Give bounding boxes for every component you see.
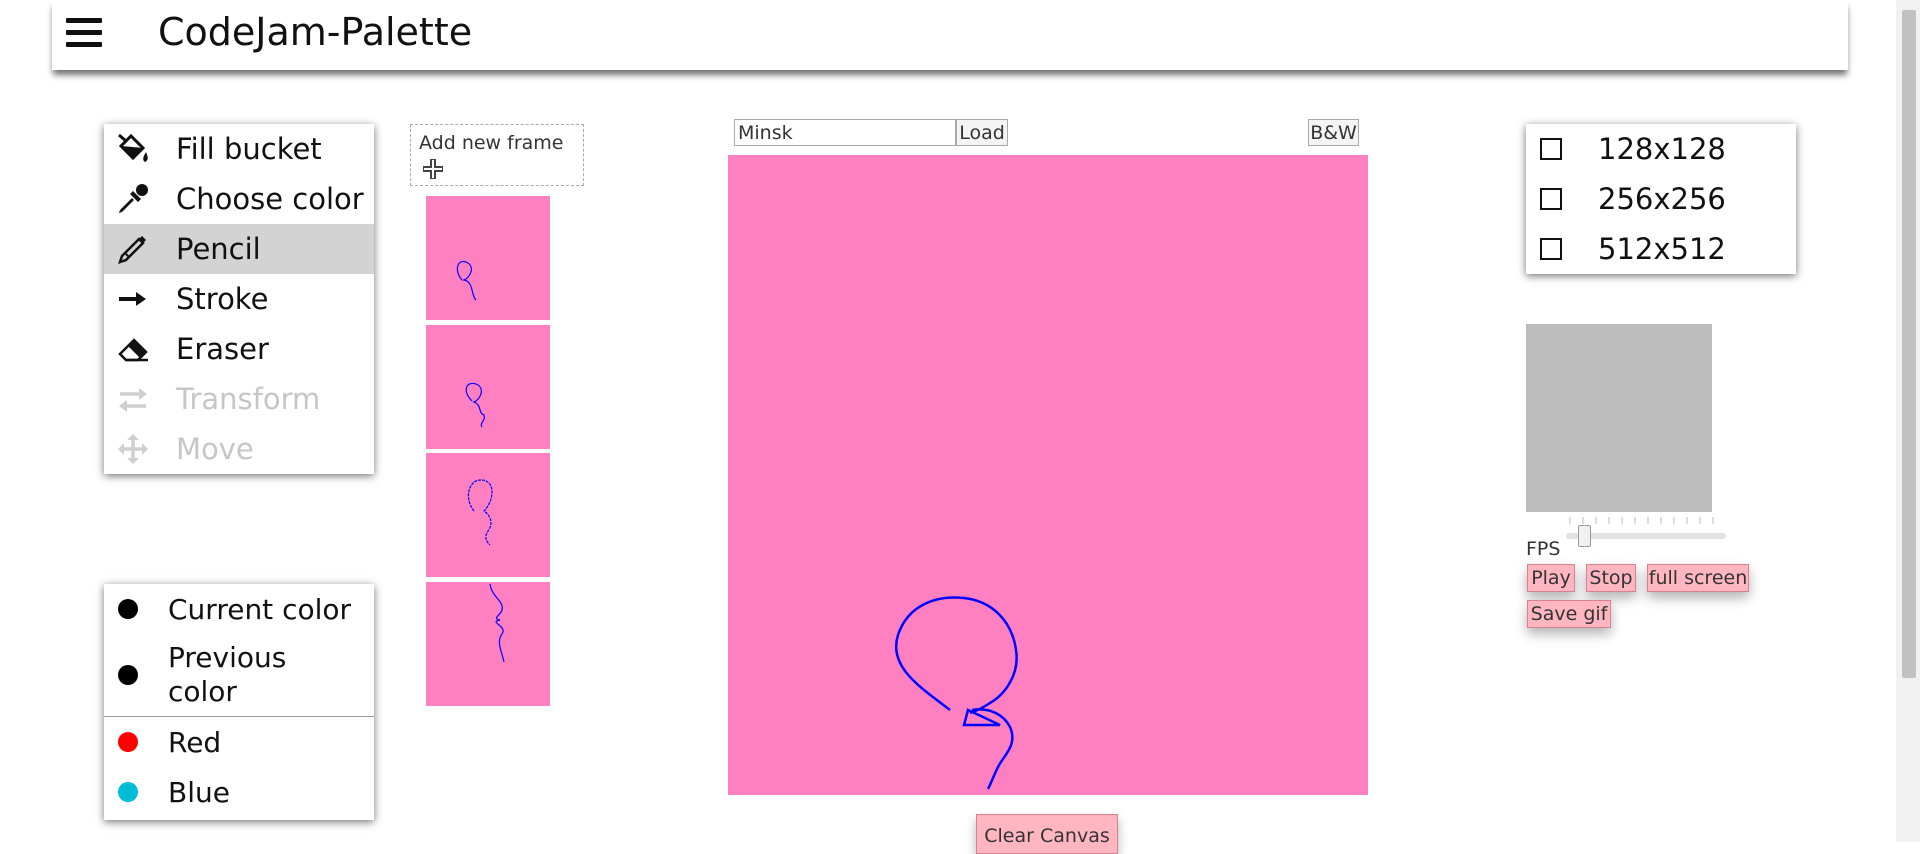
tool-fill-bucket[interactable]: Fill bucket	[104, 124, 374, 174]
paint-bucket-icon	[116, 132, 150, 166]
drawing-canvas[interactable]	[728, 155, 1368, 795]
fps-slider-ticks	[1569, 517, 1714, 524]
tool-label: Move	[176, 432, 254, 466]
tool-transform[interactable]: Transform	[104, 374, 374, 424]
previous-color[interactable]: Previous color	[104, 634, 374, 716]
tool-label: Stroke	[176, 282, 269, 316]
tool-label: Eraser	[176, 332, 269, 366]
tool-label: Transform	[176, 382, 321, 416]
size-label: 128x128	[1598, 132, 1726, 166]
tool-label: Choose color	[176, 182, 364, 216]
clear-canvas-button[interactable]: Clear Canvas	[976, 814, 1118, 854]
preset-color-blue[interactable]: Blue	[104, 767, 374, 817]
size-label: 512x512	[1598, 232, 1726, 266]
tools-panel: Fill bucket Choose color Pencil Stroke E…	[104, 124, 374, 474]
full-screen-button[interactable]: full screen	[1647, 564, 1749, 592]
previous-color-swatch	[118, 665, 138, 685]
arrow-right-icon	[116, 282, 150, 316]
black-white-button[interactable]: B&W	[1308, 119, 1359, 146]
tool-label: Fill bucket	[176, 132, 322, 166]
preset-color-red[interactable]: Red	[104, 717, 374, 767]
eyedropper-icon	[116, 182, 150, 216]
app-header: CodeJam-Palette	[52, 0, 1848, 70]
size-option-512[interactable]: 512x512	[1526, 224, 1796, 274]
preset-color-label: Blue	[168, 775, 230, 809]
size-option-256[interactable]: 256x256	[1526, 174, 1796, 224]
city-search-input[interactable]	[734, 119, 956, 146]
tool-pencil[interactable]: Pencil	[104, 224, 374, 274]
load-button[interactable]: Load	[956, 119, 1008, 146]
add-frame-label: Add new frame	[419, 132, 564, 154]
eraser-icon	[116, 332, 150, 366]
preset-color-label: Red	[168, 725, 222, 759]
pencil-icon	[116, 232, 150, 266]
size-label: 256x256	[1598, 182, 1726, 216]
scrollbar-thumb[interactable]	[1902, 10, 1916, 678]
current-color-swatch	[118, 599, 138, 619]
tool-move[interactable]: Move	[104, 424, 374, 474]
blue-color-swatch	[118, 782, 138, 802]
tool-choose-color[interactable]: Choose color	[104, 174, 374, 224]
app-title: CodeJam-Palette	[158, 10, 473, 54]
size-option-128[interactable]: 128x128	[1526, 124, 1796, 174]
save-gif-button[interactable]: Save gif	[1527, 600, 1611, 628]
add-new-frame-button[interactable]: Add new frame	[410, 124, 584, 186]
tool-eraser[interactable]: Eraser	[104, 324, 374, 374]
fps-slider-thumb[interactable]	[1577, 525, 1591, 547]
red-color-swatch	[118, 732, 138, 752]
canvas-size-panel: 128x128 256x256 512x512	[1526, 124, 1796, 274]
tool-stroke[interactable]: Stroke	[104, 274, 374, 324]
tool-label: Pencil	[176, 232, 261, 266]
colors-panel: Current color Previous color Red Blue	[104, 584, 374, 820]
current-color[interactable]: Current color	[104, 584, 374, 634]
frame-thumbnail-3[interactable]	[426, 453, 550, 577]
checkbox-512[interactable]	[1540, 238, 1562, 260]
fps-label: FPS	[1526, 538, 1561, 560]
transform-arrows-icon	[116, 382, 150, 416]
checkbox-128[interactable]	[1540, 138, 1562, 160]
frame-thumbnail-2[interactable]	[426, 325, 550, 449]
previous-color-label: Previous color	[168, 641, 287, 708]
frame-thumbnail-4[interactable]	[426, 582, 550, 706]
frame-thumbnail-1[interactable]	[426, 196, 550, 320]
stop-button[interactable]: Stop	[1586, 564, 1636, 592]
play-button[interactable]: Play	[1527, 564, 1575, 592]
hamburger-menu-icon[interactable]	[66, 18, 102, 48]
checkbox-256[interactable]	[1540, 188, 1562, 210]
move-arrows-icon	[116, 432, 150, 466]
animation-preview	[1526, 324, 1712, 512]
current-color-label: Current color	[168, 592, 352, 626]
plus-icon	[421, 158, 445, 185]
